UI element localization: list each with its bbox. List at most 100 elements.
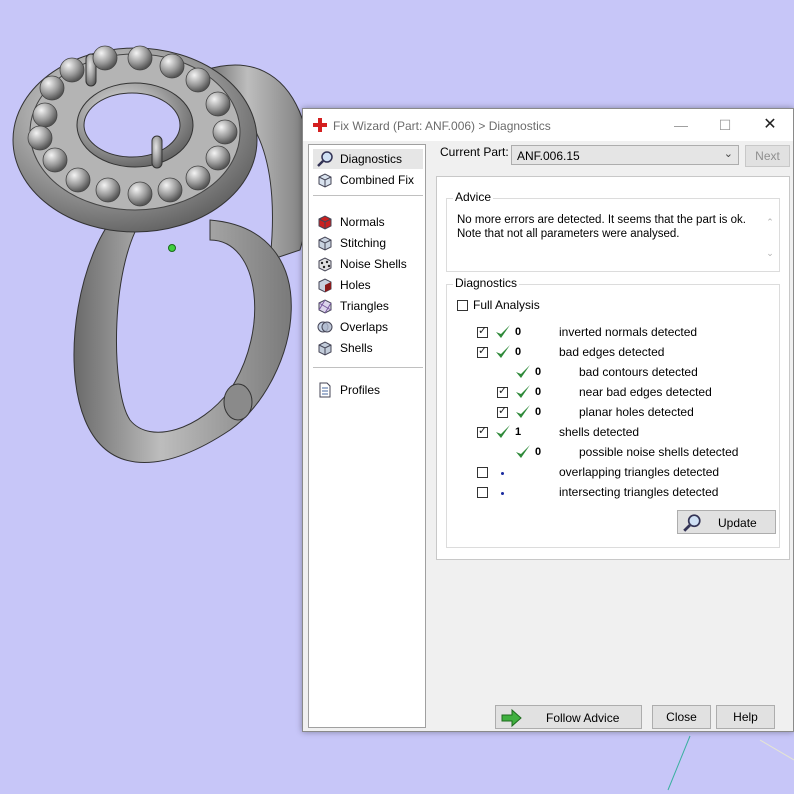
help-button[interactable]: Help (716, 705, 775, 729)
diagnostic-count: 1 (515, 426, 522, 438)
diagnostic-checkbox[interactable]: ✓ (477, 345, 488, 358)
cube-icon (318, 173, 332, 188)
checkmark-icon: ✓ (478, 425, 488, 437)
green-arrow-icon (501, 708, 522, 728)
nav-label: Combined Fix (340, 173, 415, 187)
maximize-icon[interactable]: ☐ (717, 117, 733, 133)
diagnostic-label: overlapping triangles detected (559, 465, 720, 479)
diagnostic-count: 0 (535, 386, 542, 398)
nav-item-triangles[interactable]: Triangles (313, 296, 423, 316)
close-icon[interactable]: ✕ (762, 117, 778, 133)
diagnostic-checkbox[interactable]: ✓ (477, 425, 488, 438)
diagnostics-group: Diagnostics Full Analysis ✓ 0 inverted nor… (446, 276, 780, 548)
follow-advice-label: Follow Advice (546, 711, 620, 725)
nav-item-holes[interactable]: Holes (313, 275, 423, 295)
nav-item-profiles[interactable]: Profiles (313, 380, 423, 400)
diagnostic-label: near bad edges detected (579, 385, 712, 399)
window-title: Fix Wizard (Part: ANF.006) > Diagnostics (333, 119, 551, 133)
magnifier-icon (317, 151, 333, 167)
green-check-icon (516, 405, 530, 418)
nav-label: Profiles (340, 383, 381, 397)
diagnostic-checkbox[interactable]: ✓ (477, 325, 488, 338)
pending-dot-icon (501, 492, 504, 495)
diagnostics-panel: Advice No more errors are detected. It s… (436, 176, 790, 560)
fix-wizard-window: Fix Wizard (Part: ANF.006) > Diagnostics… (302, 108, 794, 732)
stitching-cube-icon (318, 236, 332, 251)
nav-item-diagnostics[interactable]: Diagnostics (313, 149, 423, 169)
nav-label: Stitching (340, 236, 387, 250)
current-part-label: Current Part: (440, 145, 509, 159)
diagnostic-label: bad edges detected (559, 345, 665, 359)
green-check-icon (516, 385, 530, 398)
red-cross-icon (313, 118, 327, 132)
update-button[interactable]: Update (677, 510, 776, 534)
ring-model[interactable] (12, 45, 312, 463)
holes-cube-icon (318, 278, 332, 293)
full-analysis-checkbox[interactable] (457, 300, 468, 311)
green-check-icon (516, 365, 530, 378)
chevron-down-icon: ⌄ (723, 148, 733, 160)
current-part-value: ANF.006.15 (517, 149, 580, 163)
diagnostic-label: possible noise shells detected (579, 445, 739, 459)
diagnostic-label: inverted normals detected (559, 325, 698, 339)
full-analysis-label: Full Analysis (473, 298, 540, 312)
current-part-dropdown[interactable]: ANF.006.15 ⌄ (511, 145, 739, 165)
green-check-icon (516, 445, 530, 458)
advice-text: No more errors are detected. It seems th… (457, 213, 747, 241)
nav-item-shells[interactable]: Shells (313, 338, 423, 358)
advice-title: Advice (453, 190, 494, 204)
checkmark-icon: ✓ (498, 385, 508, 397)
nav-item-combined-fix[interactable]: Combined Fix (313, 170, 423, 190)
green-check-icon (496, 345, 510, 358)
nav-label: Noise Shells (340, 257, 407, 271)
diagnostic-checkbox[interactable] (477, 467, 488, 478)
diagnostic-count: 0 (535, 446, 542, 458)
diagnostic-checkbox[interactable]: ✓ (497, 385, 508, 398)
diagnostic-checkbox[interactable]: ✓ (497, 405, 508, 418)
diagnostic-checkbox[interactable] (477, 487, 488, 498)
diagnostic-count: 0 (515, 346, 522, 358)
diagnostic-label: shells detected (559, 425, 640, 439)
pending-dot-icon (501, 472, 504, 475)
triangles-icon (318, 299, 332, 314)
diagnostic-count: 0 (535, 366, 542, 378)
checkmark-icon: ✓ (498, 405, 508, 417)
checkmark-icon: ✓ (478, 325, 488, 337)
diagnostic-label: intersecting triangles detected (559, 485, 719, 499)
nav-label: Holes (340, 278, 371, 292)
nav-label: Diagnostics (340, 152, 403, 166)
normals-cube-icon (318, 215, 332, 230)
minimize-icon[interactable]: — (673, 117, 689, 133)
profiles-document-icon (319, 382, 331, 398)
advice-group: Advice No more errors are detected. It s… (446, 190, 780, 272)
nav-item-noise-shells[interactable]: Noise Shells (313, 254, 423, 274)
noise-shells-icon (318, 257, 332, 272)
advice-scrollbar[interactable]: ⌃ ⌄ (765, 217, 775, 261)
green-check-icon (496, 425, 510, 438)
close-button[interactable]: Close (652, 705, 711, 729)
green-check-icon (496, 325, 510, 338)
nav-label: Shells (340, 341, 373, 355)
diagnostic-count: 0 (515, 326, 522, 338)
overlaps-icon (317, 321, 333, 333)
magnifier-icon (683, 514, 701, 532)
update-label: Update (718, 516, 757, 530)
advice-line-1: No more errors are detected. It seems th… (457, 214, 746, 226)
nav-item-overlaps[interactable]: Overlaps (313, 317, 423, 337)
diagnostic-label: planar holes detected (579, 405, 694, 419)
wizard-nav: Diagnostics Combined Fix Normals Stitchi… (308, 144, 426, 728)
advice-line-2: Note that not all parameters were analys… (457, 228, 680, 240)
next-button[interactable]: Next (745, 145, 790, 167)
nav-item-stitching[interactable]: Stitching (313, 233, 423, 253)
diagnostics-title: Diagnostics (453, 276, 520, 290)
follow-advice-button[interactable]: Follow Advice (495, 705, 642, 729)
nav-label: Normals (340, 215, 385, 229)
checkmark-icon: ✓ (478, 345, 488, 357)
nav-label: Triangles (340, 299, 389, 313)
nav-label: Overlaps (340, 320, 389, 334)
title-bar: Fix Wizard (Part: ANF.006) > Diagnostics… (303, 109, 793, 141)
nav-item-normals[interactable]: Normals (313, 212, 423, 232)
diagnostic-label: bad contours detected (579, 365, 698, 379)
diagnostic-count: 0 (535, 406, 542, 418)
shells-cube-icon (318, 341, 332, 356)
